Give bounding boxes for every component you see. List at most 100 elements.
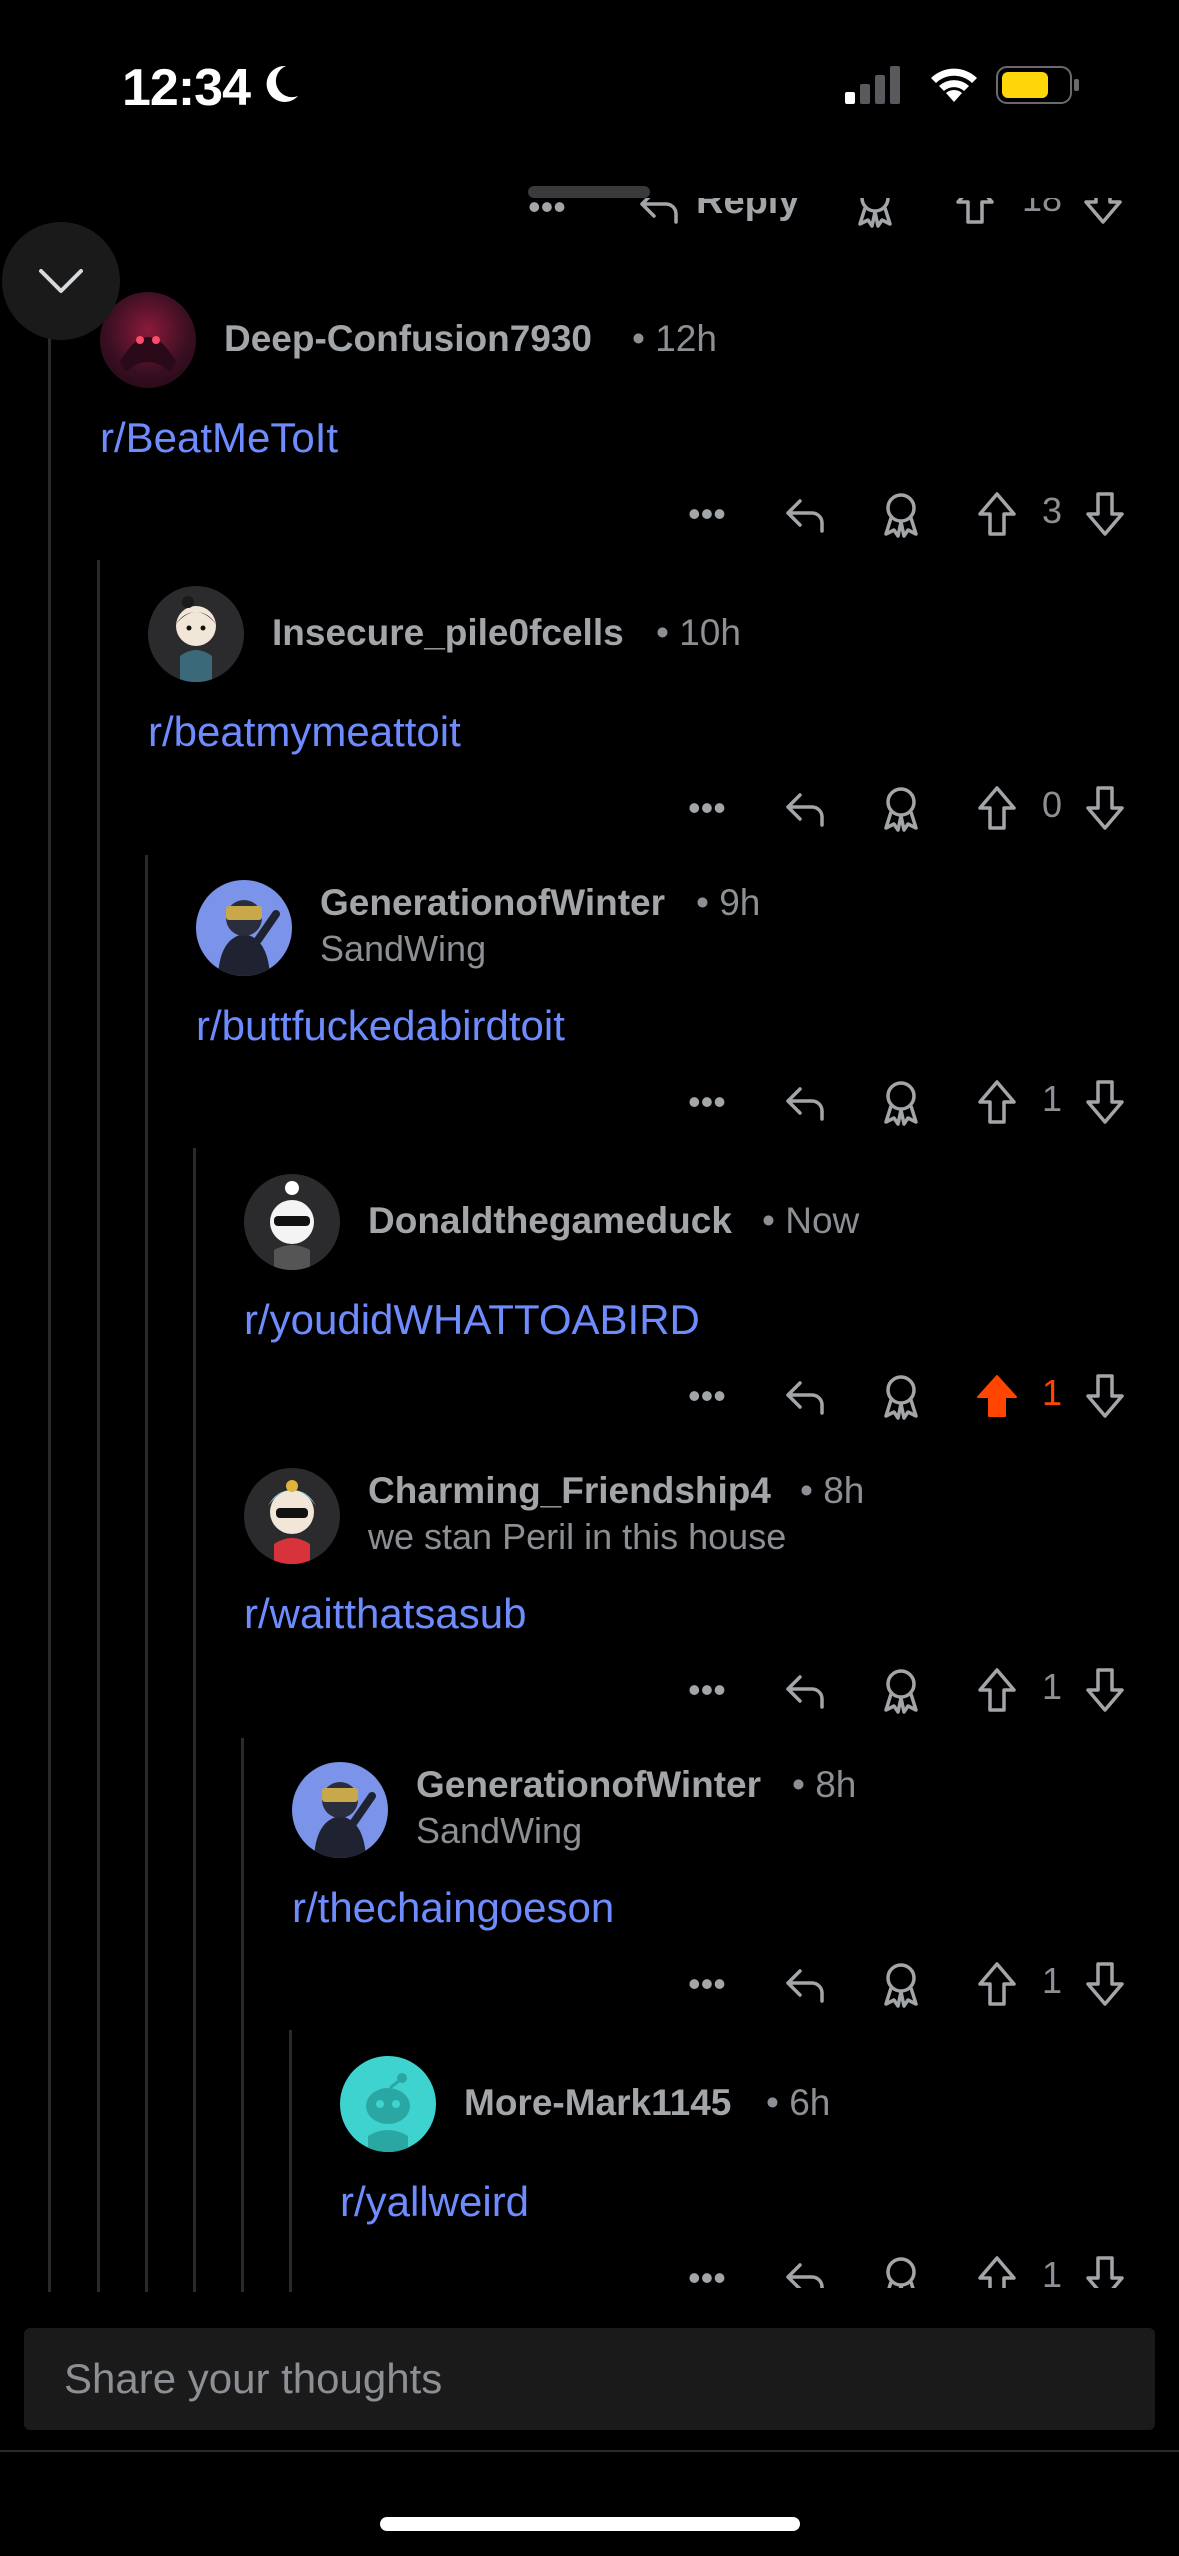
avatar[interactable] (340, 2056, 436, 2152)
more-options-icon[interactable]: ••• (688, 1072, 726, 1132)
score: 1 (1042, 1372, 1063, 1413)
sheet-grabber[interactable] (528, 186, 650, 198)
downvote-icon[interactable] (1084, 1366, 1126, 1426)
comment-username[interactable]: GenerationofWinter (320, 882, 665, 924)
moon-icon (266, 65, 298, 102)
reply-label[interactable]: Reply (696, 198, 799, 223)
upvote-icon[interactable] (976, 484, 1018, 544)
downvote-icon[interactable] (1084, 1954, 1126, 2014)
comment-username[interactable]: GenerationofWinter (416, 1764, 761, 1806)
comment-body-link[interactable]: r/BeatMeToIt (100, 414, 338, 462)
thread-line[interactable] (145, 855, 148, 2300)
reply-icon[interactable] (782, 778, 828, 838)
score: 0 (1042, 784, 1063, 825)
avatar[interactable] (292, 1762, 388, 1858)
collapse-thread-button[interactable] (2, 222, 120, 340)
thread-line[interactable] (97, 560, 100, 2300)
chevron-down-icon (39, 269, 83, 293)
avatar[interactable] (196, 880, 292, 976)
more-options-icon[interactable]: ••• (688, 2248, 726, 2288)
wifi-icon (931, 68, 977, 102)
reply-icon[interactable] (782, 2248, 828, 2288)
more-options-icon[interactable]: ••• (528, 198, 566, 228)
reply-icon[interactable] (782, 1366, 828, 1426)
thread-line[interactable] (193, 1148, 196, 2300)
user-flair: we stan Peril in this house (368, 1516, 787, 1557)
comment-username[interactable]: More-Mark1145 (464, 2082, 731, 2124)
comment-body-link[interactable]: r/buttfuckedabirdtoit (196, 1002, 565, 1050)
comment-meta: • 12h (632, 318, 717, 359)
downvote-icon[interactable] (1084, 778, 1126, 838)
upvote-icon[interactable] (976, 778, 1018, 838)
upvote-icon[interactable] (976, 1660, 1018, 1720)
comment-actions: ••• 1 (680, 2248, 1140, 2288)
award-icon[interactable] (878, 2248, 924, 2288)
user-flair: SandWing (320, 928, 487, 969)
divider (0, 2450, 1179, 2452)
award-icon[interactable] (852, 198, 898, 228)
award-icon[interactable] (878, 484, 924, 544)
comment-meta: • 6h (766, 2082, 831, 2123)
comment-actions: ••• 3 (680, 484, 1140, 544)
comment-body-link[interactable]: r/thechaingoeson (292, 1884, 614, 1932)
award-icon[interactable] (878, 778, 924, 838)
comment-body-link[interactable]: r/youdidWHATTOABIRD (244, 1296, 700, 1344)
comment-body-link[interactable]: r/yallweird (340, 2178, 529, 2226)
reply-icon[interactable] (782, 1954, 828, 2014)
upvote-icon[interactable] (976, 1072, 1018, 1132)
comment-age: 9h (719, 882, 761, 923)
comment-username[interactable]: Charming_Friendship4 (368, 1470, 771, 1512)
comment-username[interactable]: Donaldthegameduck (368, 1200, 732, 1242)
downvote-icon[interactable] (1084, 1072, 1126, 1132)
downvote-icon[interactable] (1084, 2248, 1126, 2288)
more-options-icon[interactable]: ••• (688, 1366, 726, 1426)
upvote-icon[interactable] (976, 2248, 1018, 2288)
award-icon[interactable] (878, 1072, 924, 1132)
award-icon[interactable] (878, 1954, 924, 2014)
avatar[interactable] (244, 1174, 340, 1270)
score: 1 (1042, 2254, 1063, 2288)
more-options-icon[interactable]: ••• (688, 1660, 726, 1720)
comment-composer[interactable] (24, 2328, 1155, 2430)
score: 1 (1042, 1666, 1063, 1707)
thread-line[interactable] (289, 2030, 292, 2300)
score: 1 (1042, 1078, 1063, 1119)
upvote-icon-active[interactable] (974, 1366, 1020, 1426)
comment-age: 8h (815, 1764, 857, 1805)
comment-meta: • 9h (696, 882, 761, 923)
comment-age: 10h (679, 612, 741, 653)
avatar[interactable] (244, 1468, 340, 1564)
avatar[interactable] (148, 586, 244, 682)
reply-icon[interactable] (636, 198, 682, 228)
user-flair: SandWing (416, 1810, 583, 1851)
comment-age: 12h (655, 318, 717, 359)
share-thoughts-input[interactable] (64, 2328, 1064, 2430)
reply-icon[interactable] (782, 484, 828, 544)
cellular-signal-icon (845, 66, 900, 104)
upvote-icon[interactable] (976, 1954, 1018, 2014)
comment-meta: • 8h (792, 1764, 857, 1805)
reply-icon[interactable] (782, 1660, 828, 1720)
battery-icon (996, 66, 1079, 104)
reply-icon[interactable] (782, 1072, 828, 1132)
comment-body-link[interactable]: r/beatmymeattoit (148, 708, 461, 756)
thread-line[interactable] (241, 1738, 244, 2300)
comment-username[interactable]: Deep-Confusion7930 (224, 318, 592, 360)
more-options-icon[interactable]: ••• (688, 484, 726, 544)
score: 3 (1042, 490, 1063, 531)
thread-line[interactable] (48, 300, 51, 2300)
award-icon[interactable] (878, 1366, 924, 1426)
award-icon[interactable] (878, 1660, 924, 1720)
downvote-icon[interactable] (1084, 484, 1126, 544)
more-options-icon[interactable]: ••• (688, 778, 726, 838)
status-time: 12:34 (122, 59, 251, 117)
comment-body-link[interactable]: r/waitthatsasub (244, 1590, 526, 1638)
home-indicator[interactable] (380, 2517, 800, 2531)
more-options-icon[interactable]: ••• (688, 1954, 726, 2014)
downvote-icon[interactable] (1084, 1660, 1126, 1720)
downvote-icon[interactable] (1082, 198, 1124, 226)
upvote-icon[interactable] (954, 198, 996, 226)
avatar[interactable] (100, 292, 196, 388)
comment-username[interactable]: Insecure_pile0fcells (272, 612, 624, 654)
comment-meta: • 10h (656, 612, 741, 653)
